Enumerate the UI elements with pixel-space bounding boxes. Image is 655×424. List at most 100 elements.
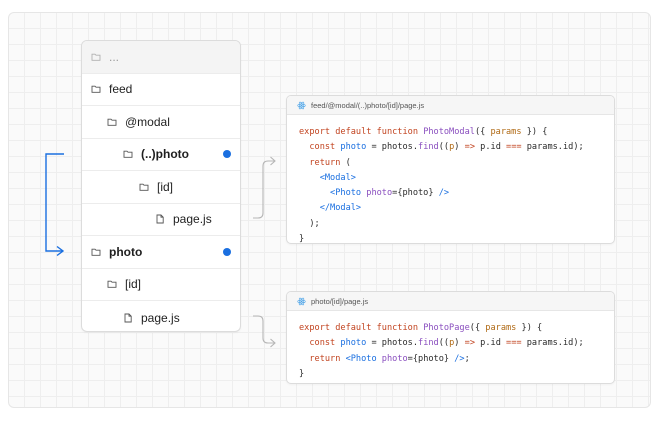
code-token: p.id [475,338,507,349]
tree-row-page-js[interactable]: page.js [82,203,240,236]
react-icon [297,101,306,110]
code-token: }) { [516,323,543,333]
tree-row-label: page.js [173,212,212,226]
code-token: photo [340,338,367,349]
code-token: }) { [521,127,548,137]
code-token: return [299,353,346,364]
code-token: PhotoModal [423,127,475,137]
code-line: <Modal> [299,171,614,186]
card-filename: feed/@modal/(..)photo/[id]/page.js [311,100,425,110]
code-block: export default function PhotoPage({ para… [287,311,614,382]
code-token: <Modal> [299,172,356,183]
tree-row-feed[interactable]: feed [82,73,240,106]
code-line: const photo = photos.find((p) => p.id ==… [299,336,614,351]
code-token: ) [454,142,465,153]
code-token: return [299,157,346,168]
tree-row-root[interactable]: ... [82,41,240,74]
code-token: (( [438,338,450,349]
code-line: ); [299,217,614,232]
code-token: /> [438,188,450,199]
code-line: const photo = photos.find((p) => p.id ==… [299,140,614,155]
tree-row-label: (..)photo [141,147,189,161]
code-token: /> [454,353,465,364]
modal-connector [253,160,275,219]
code-token: PhotoPage [423,323,470,333]
code-block: export default function PhotoModal({ par… [287,115,614,244]
folder-icon [91,84,101,94]
file-icon [123,313,133,323]
tree-row-label: @modal [125,115,170,129]
code-token: ({ [469,323,486,333]
code-token: params.id); [521,142,584,153]
tree-row-label: ... [109,50,120,64]
code-token: = photos. [366,142,419,153]
code-token: === [506,142,522,153]
code-line: <Photo photo={photo} /> [299,186,614,201]
code-token: <Photo [345,353,382,364]
code-token: export default function [299,127,424,137]
code-token: ={photo} [407,353,455,364]
code-token: ; [464,353,470,364]
react-icon [297,297,306,306]
code-token: => [464,338,475,349]
tree-row-photo[interactable]: photo [82,236,240,269]
code-line: } [299,232,614,244]
code-token: const [299,142,341,153]
folder-icon [107,117,117,127]
code-token: photo [381,353,408,364]
code-token: (( [438,142,450,153]
tree-row-label: feed [109,82,133,96]
folder-icon [91,247,101,257]
active-indicator-dot [223,150,231,158]
code-token: === [506,338,522,349]
code-token: params [490,127,522,137]
code-line: export default function PhotoPage({ para… [299,321,614,336]
tree-row-label: [id] [157,180,174,194]
code-line: return ( [299,156,614,171]
page-connector [253,315,275,344]
code-token: photo [340,142,367,153]
tree-row-photo-page-js[interactable]: page.js [82,301,240,331]
folder-icon [91,52,101,62]
code-token: ({ [474,127,491,137]
code-line: return <Photo photo={photo} />; [299,352,614,367]
folder-icon [107,279,117,289]
code-card-modal: feed/@modal/(..)photo/[id]/page.js expor… [286,95,615,244]
tree-row-label: photo [109,245,143,259]
tree-row-id[interactable]: [id] [82,171,240,204]
card-header: feed/@modal/(..)photo/[id]/page.js [287,96,614,115]
code-token: photo [366,188,393,199]
code-token: const [299,338,341,349]
code-line: export default function PhotoModal({ par… [299,125,614,140]
file-icon [155,214,165,224]
code-token: <Photo [299,188,367,199]
folder-icon [139,182,149,192]
code-line: </Modal> [299,201,614,216]
tree-row-modal[interactable]: @modal [82,106,240,139]
active-indicator-dot [223,248,231,256]
code-token: = photos. [366,338,419,349]
tree-row-intercept-photo[interactable]: (..)photo [82,138,240,171]
code-token: => [464,142,475,153]
card-filename: photo/[id]/page.js [311,296,369,306]
folder-tree: ... feed @modal (..)photo [id] page.js p… [81,40,241,332]
code-token: params [485,323,517,333]
tree-row-label: page.js [141,310,180,325]
code-token: ) [454,338,465,349]
code-token: } [299,368,305,379]
code-token: ( [345,157,351,168]
code-line: } [299,367,614,382]
code-card-page: photo/[id]/page.js export default functi… [286,291,615,384]
tree-row-photo-id[interactable]: [id] [82,268,240,301]
code-token: ); [299,218,320,229]
card-header: photo/[id]/page.js [287,292,614,311]
code-token: } [299,234,305,244]
code-token: find [418,338,439,349]
intercept-arrow [45,153,64,252]
code-token: find [418,142,439,153]
code-token: export default function [299,323,424,333]
code-token: params.id); [521,338,584,349]
code-token: ={photo} [392,188,439,199]
code-token: p.id [475,142,507,153]
folder-icon [123,149,133,159]
